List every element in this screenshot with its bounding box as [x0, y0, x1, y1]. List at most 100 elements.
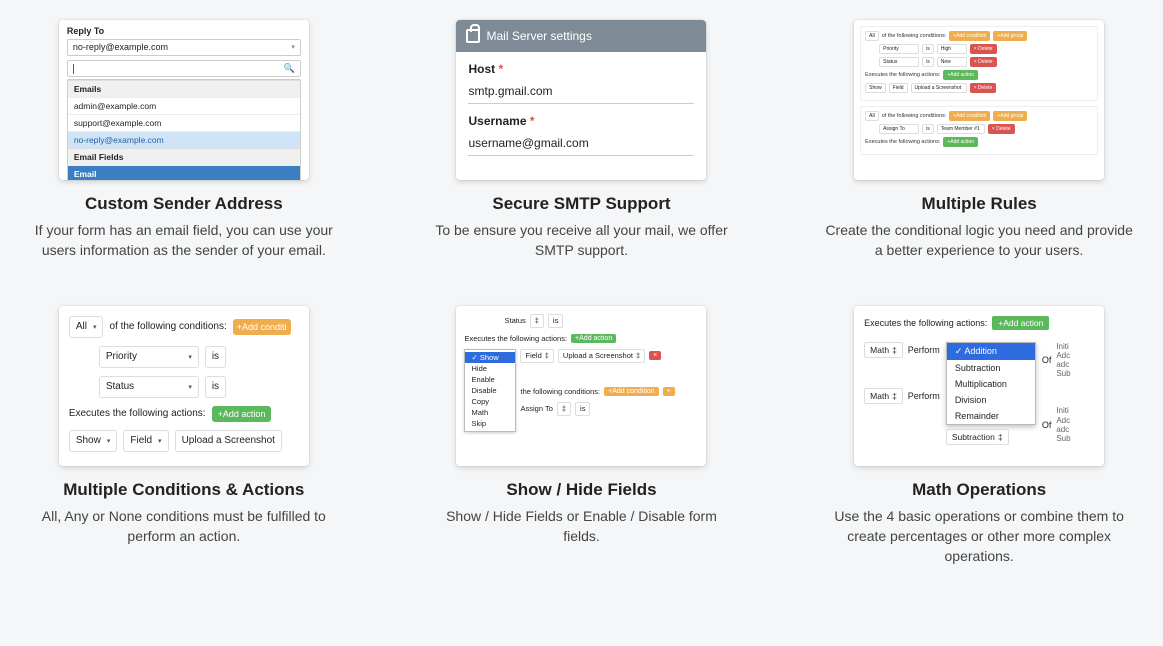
option-addition[interactable]: Addition [947, 343, 1035, 360]
add-action-button[interactable]: +Add action [992, 316, 1049, 330]
feature-desc: All, Any or None conditions must be fulf… [30, 506, 338, 547]
delete-button[interactable]: × Delete [970, 83, 997, 93]
action-select[interactable]: Math‡ [864, 342, 903, 358]
list-item[interactable]: admin@example.com [68, 97, 300, 114]
rule-block: All of the following conditions: +Add co… [860, 26, 1098, 101]
field-select[interactable]: Priority▾ [99, 346, 199, 368]
add-condition-button[interactable]: +Add condition [604, 387, 659, 396]
option-remainder[interactable]: Remainder [947, 408, 1035, 424]
op-select[interactable]: is [205, 376, 226, 398]
add-condition-button[interactable]: +Add condition [949, 31, 990, 41]
add-action-button[interactable]: +Add action [943, 70, 978, 80]
value-select[interactable]: New [937, 57, 967, 67]
feature-desc: Show / Hide Fields or Enable / Disable f… [428, 506, 736, 547]
add-action-button[interactable]: +Add action [212, 406, 272, 422]
host-label: Host * [468, 62, 694, 76]
delete-button[interactable]: × Delete [988, 124, 1015, 134]
action-select[interactable]: Show [865, 83, 886, 93]
field-select[interactable]: Status▾ [99, 376, 199, 398]
value-select[interactable]: High [937, 44, 967, 54]
feature-title: Show / Hide Fields [506, 480, 656, 500]
feature-title: Math Operations [912, 480, 1046, 500]
list-item[interactable]: no-reply@example.com [68, 131, 300, 148]
option-copy[interactable]: Copy [465, 396, 515, 407]
value-select[interactable]: Upload a Screenshot‡ [558, 349, 645, 363]
op-select[interactable]: ‡ [530, 314, 544, 328]
feature-title: Secure SMTP Support [492, 194, 670, 214]
card-math: Executes the following actions: +Add act… [854, 306, 1104, 466]
list-item[interactable]: support@example.com [68, 114, 300, 131]
section-email-fields: Email Fields [68, 148, 300, 165]
feature-desc: Create the conditional logic you need an… [825, 220, 1133, 261]
section-emails: Emails [68, 80, 300, 97]
target-select[interactable]: Field‡ [520, 349, 553, 363]
op-select[interactable]: is [922, 124, 934, 134]
card-multiple-conditions: All▾ of the following conditions: +Add c… [59, 306, 309, 466]
card-multiple-rules: All of the following conditions: +Add co… [854, 20, 1104, 180]
add-group-button[interactable]: +Add group [993, 111, 1027, 121]
add-condition-button[interactable]: +Add conditi [233, 319, 291, 335]
operation-select[interactable]: Subtraction‡ [946, 429, 1009, 445]
feature-show-hide: Status ‡ is Executes the following actio… [428, 306, 736, 567]
feature-title: Multiple Rules [922, 194, 1037, 214]
option-skip[interactable]: Skip [465, 418, 515, 429]
action-select[interactable]: Math‡ [864, 388, 903, 404]
search-input[interactable]: 🔍 [67, 60, 301, 77]
option-math[interactable]: Math [465, 407, 515, 418]
add-condition-button[interactable]: +Add condition [949, 111, 990, 121]
card-custom-sender: Reply To no-reply@example.com ▾ 🔍 Emails… [59, 20, 309, 180]
value-select[interactable]: Upload a Screenshot [911, 83, 967, 93]
feature-math: Executes the following actions: +Add act… [825, 306, 1133, 567]
all-select[interactable]: All [865, 31, 879, 41]
feature-multiple-rules: All of the following conditions: +Add co… [825, 20, 1133, 261]
reply-to-label: Reply To [67, 26, 301, 36]
add-action-button[interactable]: +Add action [571, 334, 616, 343]
action-select[interactable]: Show▾ [69, 430, 118, 452]
field-select[interactable]: Status [879, 57, 919, 67]
add-group-button[interactable]: +Add group [993, 31, 1027, 41]
option-show[interactable]: Show [465, 352, 515, 363]
username-input[interactable]: username@gmail.com [468, 130, 694, 156]
op-select[interactable]: is [205, 346, 226, 368]
op-select[interactable]: is [922, 44, 934, 54]
email-dropdown-list: Emails admin@example.com support@example… [67, 79, 301, 180]
lock-icon [466, 29, 480, 43]
op-select[interactable]: is [575, 402, 590, 416]
op-select[interactable]: is [548, 314, 563, 328]
reply-to-select[interactable]: no-reply@example.com ▾ [67, 39, 301, 56]
card-show-hide: Status ‡ is Executes the following actio… [456, 306, 706, 466]
delete-button[interactable]: × Delete [970, 44, 997, 54]
caret-down-icon: ▾ [291, 39, 295, 56]
target-select[interactable]: Field [889, 83, 908, 93]
field-select[interactable]: Assign To [879, 124, 919, 134]
add-action-button[interactable]: +Add action [943, 137, 978, 147]
card-smtp: Mail Server settings Host * smtp.gmail.c… [456, 20, 706, 180]
op-select[interactable]: is [922, 57, 934, 67]
feature-title: Multiple Conditions & Actions [63, 480, 304, 500]
value-select[interactable]: Upload a Screenshot [175, 430, 282, 452]
all-select[interactable]: All [865, 111, 879, 121]
field-select[interactable]: Priority [879, 44, 919, 54]
all-select[interactable]: All▾ [69, 316, 104, 338]
delete-button[interactable]: × Delete [970, 57, 997, 67]
option-enable[interactable]: Enable [465, 374, 515, 385]
add-group-button[interactable]: + [663, 387, 675, 396]
search-icon: 🔍 [284, 63, 295, 74]
target-select[interactable]: Field▾ [123, 430, 168, 452]
option-hide[interactable]: Hide [465, 363, 515, 374]
feature-desc: Use the 4 basic operations or combine th… [825, 506, 1133, 567]
operation-dropdown[interactable]: Addition Subtraction Multiplication Divi… [946, 342, 1036, 425]
op-select[interactable]: ‡ [557, 402, 571, 416]
feature-desc: To be ensure you receive all your mail, … [428, 220, 736, 261]
host-input[interactable]: smtp.gmail.com [468, 78, 694, 104]
truncated-text: InitiAdcadcSub [1056, 342, 1070, 379]
option-subtraction[interactable]: Subtraction [947, 360, 1035, 376]
delete-button[interactable]: × [649, 351, 661, 360]
action-dropdown[interactable]: Show Hide Enable Disable Copy Math Skip [464, 349, 516, 432]
option-disable[interactable]: Disable [465, 385, 515, 396]
option-division[interactable]: Division [947, 392, 1035, 408]
value-select[interactable]: Team Member #1 [937, 124, 985, 134]
list-item[interactable]: Email [68, 165, 300, 180]
option-multiplication[interactable]: Multiplication [947, 376, 1035, 392]
settings-header: Mail Server settings [456, 20, 706, 52]
